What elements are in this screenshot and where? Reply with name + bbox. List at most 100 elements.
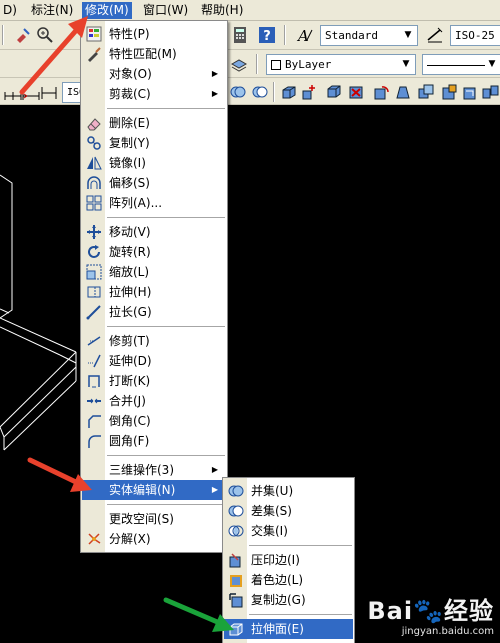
fillet-icon — [88, 435, 101, 448]
union-icon — [228, 485, 244, 497]
menu-item-3d-operations[interactable]: 三维操作(3) ▶ — [82, 460, 226, 480]
taper-faces-tool-icon[interactable] — [394, 83, 412, 101]
dim-baseline-icon[interactable] — [22, 83, 40, 101]
menu-item-clip[interactable]: 剪裁(C) ▶ — [82, 84, 226, 104]
menu-item-trim[interactable]: 修剪(T) — [82, 331, 226, 351]
menu-item-imprint[interactable]: 压印边(I) — [224, 550, 353, 570]
menu-item-match-properties[interactable]: 特性匹配(M) — [82, 44, 226, 64]
watermark-brand: Bai — [367, 597, 414, 625]
menu-draw[interactable]: D) — [0, 2, 20, 19]
copy-faces-tool-icon[interactable] — [417, 83, 435, 101]
menu-item-chamfer[interactable]: 倒角(C) — [82, 411, 226, 431]
menu-item-scale[interactable]: 缩放(L) — [82, 262, 226, 282]
menu-item-subtract[interactable]: 差集(S) — [224, 501, 353, 521]
menu-item-label: 修剪(T) — [109, 334, 150, 348]
match-properties-tool-icon[interactable] — [14, 26, 32, 44]
menu-help[interactable]: 帮助(H) — [198, 2, 246, 19]
text-style-icon[interactable]: A — [296, 26, 314, 44]
dimension-style-value: ISO-25 — [455, 29, 495, 42]
menu-item-array[interactable]: 阵列(A)... — [82, 193, 226, 213]
menu-item-properties[interactable]: 特性(P) — [82, 24, 226, 44]
menu-item-extend[interactable]: 延伸(D) — [82, 351, 226, 371]
menu-item-label: 更改空间(S) — [109, 512, 174, 526]
stretch-icon — [87, 286, 101, 298]
subtract-icon — [228, 505, 244, 517]
menu-item-extrude-faces[interactable]: 拉伸面(E) — [224, 619, 353, 639]
menu-item-change-space[interactable]: 更改空间(S) — [82, 509, 226, 529]
menu-item-label: 拉伸面(E) — [251, 622, 304, 636]
dimension-style-select[interactable]: ISO-25 — [450, 25, 500, 46]
menu-item-union[interactable]: 并集(U) — [224, 481, 353, 501]
color-edges-icon — [230, 575, 242, 587]
copy-icon — [87, 136, 101, 150]
submenu-arrow-icon: ▶ — [211, 465, 218, 474]
menu-item-label: 三维操作(3) — [109, 463, 174, 477]
menu-window[interactable]: 窗口(W) — [140, 2, 191, 19]
menu-item-object[interactable]: 对象(O) ▶ — [82, 64, 226, 84]
menu-item-intersect[interactable]: 交集(I) — [224, 521, 353, 541]
menu-item-label: 特性匹配(M) — [109, 47, 177, 61]
menu-item-stretch[interactable]: 拉伸(H) — [82, 282, 226, 302]
toolbar-separator — [2, 25, 4, 45]
menu-item-label: 拉伸(H) — [109, 285, 152, 299]
delete-faces-tool-icon[interactable] — [347, 83, 365, 101]
dim-linear-icon[interactable] — [40, 83, 58, 101]
imprint-tool-icon[interactable] — [461, 83, 479, 101]
menu-separator — [107, 455, 225, 456]
menu-item-fillet[interactable]: 圆角(F) — [82, 431, 226, 451]
baidu-jingyan-watermark: Bai🐾经验 jingyan.baidu.com — [367, 591, 494, 637]
extrude-faces-icon — [229, 623, 243, 636]
menu-item-label: 阵列(A)... — [109, 196, 163, 210]
linetype-sample — [427, 64, 485, 66]
color-control-select[interactable]: ByLayer ▼ — [266, 54, 416, 75]
menu-separator — [107, 326, 225, 327]
subtract-tool-icon[interactable] — [251, 83, 269, 101]
color-faces-tool-icon[interactable] — [440, 83, 458, 101]
rotate-faces-tool-icon[interactable] — [372, 83, 390, 101]
menu-separator — [107, 108, 225, 109]
menu-item-copy[interactable]: 复制(Y) — [82, 133, 226, 153]
offset-faces-tool-icon[interactable] — [325, 83, 343, 101]
menu-item-explode[interactable]: 分解(X) — [82, 529, 226, 549]
menu-item-label: 交集(I) — [251, 524, 288, 538]
menu-item-break[interactable]: 打断(K) — [82, 371, 226, 391]
separate-tool-icon[interactable] — [481, 83, 499, 101]
break-icon — [88, 375, 100, 388]
copy-edges-icon — [229, 593, 243, 608]
menu-item-join[interactable]: 合并(J) — [82, 391, 226, 411]
calculator-icon[interactable] — [231, 26, 249, 44]
menu-item-label: 缩放(L) — [109, 265, 150, 279]
menu-item-label: 拉长(G) — [109, 305, 152, 319]
menu-item-mirror[interactable]: 镜像(I) — [82, 153, 226, 173]
menu-item-offset[interactable]: 偏移(S) — [82, 173, 226, 193]
menu-item-label: 分解(X) — [109, 532, 151, 546]
union-tool-icon[interactable] — [229, 83, 247, 101]
menu-item-solid-editing[interactable]: 实体编辑(N) ▶ — [82, 480, 226, 500]
menu-dimension[interactable]: 标注(N) — [28, 2, 76, 19]
solid-editing-submenu: 并集(U) 差集(S) 交集(I) 压印边(I) 着色边(L) 复制边(G) 拉… — [222, 477, 355, 643]
zoom-realtime-icon[interactable] — [36, 26, 54, 44]
extrude-faces-tool-icon[interactable] — [280, 83, 298, 101]
dimension-style-icon[interactable] — [426, 26, 444, 44]
linetype-control-select[interactable]: ▼ — [422, 54, 500, 75]
menu-item-move[interactable]: 移动(V) — [82, 222, 226, 242]
menu-item-lengthen[interactable]: 拉长(G) — [82, 302, 226, 322]
menu-modify[interactable]: 修改(M) — [82, 2, 132, 19]
help-icon[interactable]: ? — [258, 26, 276, 44]
text-style-value: Standard — [325, 29, 378, 42]
menu-item-label: 复制(Y) — [109, 136, 150, 150]
offset-icon — [87, 176, 101, 189]
trim-icon — [87, 336, 101, 346]
dim-continue-icon[interactable] — [4, 83, 22, 101]
paw-icon: 🐾 — [413, 597, 444, 625]
menu-item-color-edges[interactable]: 着色边(L) — [224, 570, 353, 590]
layer-state-icon[interactable] — [230, 55, 248, 73]
menu-item-rotate[interactable]: 旋转(R) — [82, 242, 226, 262]
move-faces-tool-icon[interactable] — [300, 83, 318, 101]
svg-text:A: A — [296, 27, 309, 44]
modify-menu: 特性(P) 特性匹配(M) 对象(O) ▶ 剪裁(C) ▶ 删除(E) 复制(Y… — [80, 20, 228, 553]
dimension-toolbar: ISO — [0, 78, 500, 105]
text-style-select[interactable]: Standard ▼ — [320, 25, 418, 46]
menu-item-copy-edges[interactable]: 复制边(G) — [224, 590, 353, 610]
menu-item-erase[interactable]: 删除(E) — [82, 113, 226, 133]
